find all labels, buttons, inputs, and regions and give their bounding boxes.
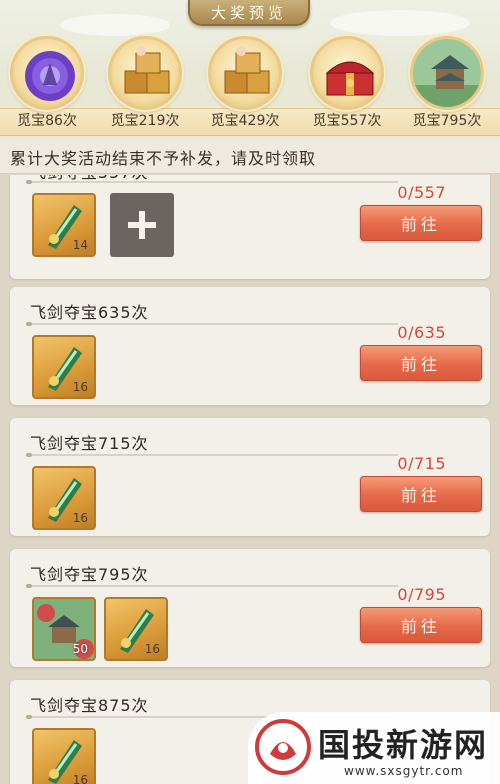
progress-text: 0/715 [397,454,446,473]
divider [26,584,398,588]
reward-item[interactable]: 16 [32,335,96,399]
prize-slot-2[interactable] [108,36,182,110]
purple-orb-icon [25,51,75,101]
go-button[interactable]: 前往 [360,345,482,381]
item-count: 50 [72,642,88,656]
task-title: 飞剑夺宝715次 [30,434,149,453]
progress-text: 0/795 [397,585,446,604]
task-title: 飞剑夺宝875次 [30,696,149,715]
task-title: 飞剑夺宝635次 [30,303,149,322]
progress-text: 0/635 [397,323,446,342]
divider [26,322,398,326]
watermark-logo-icon [255,719,311,775]
add-reward-slot[interactable] [110,193,174,257]
progress-text: 0/557 [397,183,446,202]
prize-slot-1[interactable] [10,36,84,110]
task-card: 飞剑夺宝715次 16 0/715 前往 [10,418,490,536]
task-card: 飞剑夺宝635次 16 0/635 前往 [10,287,490,405]
notice-text: 累计大奖活动结束不予补发，请及时领取 [0,140,500,174]
red-chest-icon [325,61,375,96]
prize-label-2: 觅宝219次 [110,113,180,129]
reward-item[interactable]: 50 [32,597,96,661]
prize-slot-3[interactable] [208,36,282,110]
task-list[interactable]: 飞剑夺宝557次 14 0/557 前往 飞剑夺宝635次 [0,175,500,784]
prize-slot-5[interactable] [410,36,484,110]
watermark-url: www.sxsgytr.com [344,764,464,778]
reward-item[interactable]: 14 [32,193,96,257]
item-count: 16 [144,642,160,656]
prize-label-5: 觅宝795次 [412,113,482,129]
prize-label-4: 觅宝557次 [312,113,382,129]
watermark-name: 国投新游网 [318,726,489,764]
preview-title: 大奖预览 [188,0,310,26]
pavilion-scene-icon [413,39,481,107]
prize-label-1: 觅宝86次 [17,113,77,129]
prize-label-3: 觅宝429次 [210,113,280,129]
prize-slot-4[interactable] [310,36,384,110]
divider [26,453,398,457]
task-card: 飞剑夺宝795次 50 16 0/795 前往 [10,549,490,667]
task-title: 飞剑夺宝795次 [30,565,149,584]
go-button[interactable]: 前往 [360,476,482,512]
grand-prize-preview: 大奖预览 觅宝86次 觅宝219次 觅宝429次 觅宝557次 觅宝795次 [0,0,500,140]
divider [26,180,398,184]
reward-item[interactable]: 16 [32,466,96,530]
site-watermark: 国投新游网 www.sxsgytr.com [248,712,500,784]
item-count: 16 [72,773,88,784]
go-button[interactable]: 前往 [360,607,482,643]
cloud-decoration [330,10,470,36]
gold-treasure-icon [224,46,270,94]
item-count: 16 [72,511,88,525]
go-button[interactable]: 前往 [360,205,482,241]
item-count: 16 [72,380,88,394]
reward-item[interactable]: 16 [32,728,96,784]
gold-treasure-icon [124,46,170,94]
item-count: 14 [72,238,88,252]
task-card: 飞剑夺宝557次 14 0/557 前往 [10,175,490,279]
cloud-decoration [60,14,170,36]
plus-icon [128,211,156,239]
reward-item[interactable]: 16 [104,597,168,661]
